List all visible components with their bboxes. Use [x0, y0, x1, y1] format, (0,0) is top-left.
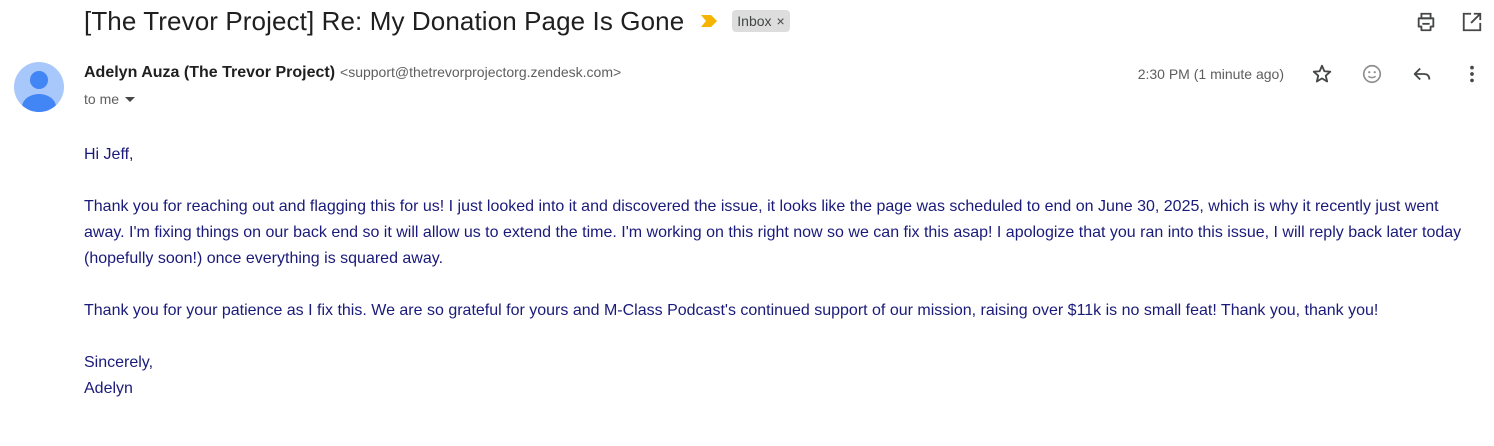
signature: Adelyn	[84, 380, 133, 397]
more-vert-icon[interactable]	[1460, 62, 1484, 86]
print-icon[interactable]	[1414, 10, 1438, 34]
importance-marker-icon[interactable]	[700, 14, 718, 28]
sender-row: Adelyn Auza (The Trevor Project) <suppor…	[84, 64, 621, 82]
body-paragraph-2: Thank you for your patience as I fix thi…	[84, 302, 1379, 319]
inbox-label-text: Inbox	[737, 13, 772, 29]
sender-avatar[interactable]	[14, 62, 64, 112]
star-icon[interactable]	[1310, 62, 1334, 86]
reply-icon[interactable]	[1410, 62, 1434, 86]
default-avatar-icon	[22, 71, 56, 112]
chevron-down-icon	[125, 96, 136, 102]
open-in-new-window-icon[interactable]	[1460, 10, 1484, 34]
thread-actions	[1414, 10, 1484, 34]
emoji-reaction-icon[interactable]	[1360, 62, 1384, 86]
signoff: Sincerely,	[84, 354, 154, 371]
sender-name[interactable]: Adelyn Auza (The Trevor Project)	[84, 64, 335, 82]
recipients-label: to me	[84, 91, 120, 107]
email-view: [The Trevor Project] Re: My Donation Pag…	[0, 0, 1494, 446]
recipients-toggle[interactable]: to me	[84, 91, 136, 107]
subject-row: [The Trevor Project] Re: My Donation Pag…	[84, 2, 790, 40]
inbox-label-chip: Inbox ×	[732, 10, 790, 32]
message-actions	[1310, 62, 1484, 86]
body-paragraph-1: Thank you for reaching out and flagging …	[84, 198, 1462, 267]
sender-email: <support@thetrevorprojectorg.zendesk.com…	[340, 64, 622, 80]
message-body: Hi Jeff, Thank you for reaching out and …	[84, 142, 1464, 402]
message-timestamp: 2:30 PM (1 minute ago)	[1137, 66, 1284, 82]
remove-label-button[interactable]: ×	[777, 13, 785, 29]
greeting: Hi Jeff,	[84, 146, 134, 163]
email-subject: [The Trevor Project] Re: My Donation Pag…	[84, 5, 685, 36]
